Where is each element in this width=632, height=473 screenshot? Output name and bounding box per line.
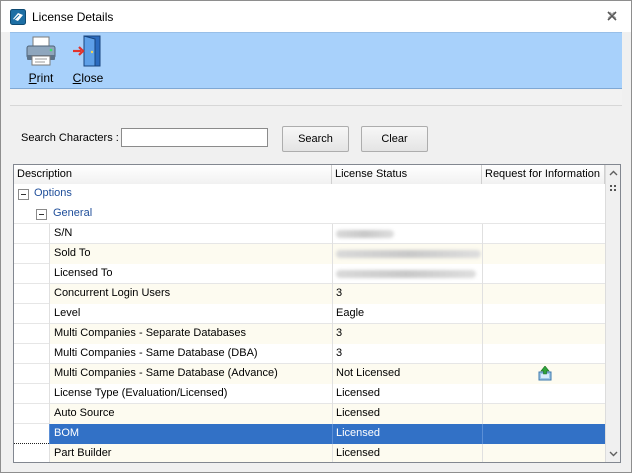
row-request bbox=[482, 404, 605, 424]
table-row[interactable]: Licensed To bbox=[14, 264, 605, 284]
row-status: Licensed bbox=[332, 444, 482, 462]
row-status: 3 bbox=[332, 324, 482, 344]
row-request bbox=[482, 344, 605, 364]
table-row[interactable]: S/N bbox=[14, 224, 605, 244]
redacted-value bbox=[336, 250, 481, 258]
redacted-value bbox=[336, 270, 476, 278]
row-description: Multi Companies - Separate Databases bbox=[49, 324, 332, 344]
column-header-description[interactable]: Description bbox=[14, 165, 332, 184]
scroll-down-icon[interactable] bbox=[607, 446, 620, 461]
title-bar: License Details bbox=[1, 1, 631, 32]
table-row[interactable]: Concurrent Login Users 3 bbox=[14, 284, 605, 304]
row-request bbox=[482, 364, 605, 384]
column-header-license-status[interactable]: License Status bbox=[332, 165, 482, 184]
print-label: Print bbox=[28, 71, 54, 85]
table-row[interactable]: Multi Companies - Separate Databases 3 bbox=[14, 324, 605, 344]
table-row[interactable]: Auto Source Licensed bbox=[14, 404, 605, 424]
close-label: Close bbox=[72, 71, 104, 85]
scroll-grip-icon[interactable] bbox=[607, 183, 620, 193]
grid-header: Description License Status Request for I… bbox=[14, 165, 605, 184]
toolbar: Print Close bbox=[10, 32, 622, 89]
row-description: Auto Source bbox=[49, 404, 332, 424]
table-row[interactable]: Level Eagle bbox=[14, 304, 605, 324]
row-description: Part Builder bbox=[49, 444, 332, 462]
search-input[interactable] bbox=[121, 128, 268, 147]
table-row[interactable]: Multi Companies - Same Database (Advance… bbox=[14, 364, 605, 384]
grid-rows: Options General S/N Sold To Licensed To bbox=[14, 184, 605, 462]
group-label-options: Options bbox=[34, 187, 72, 199]
row-request bbox=[482, 224, 605, 244]
row-status: Not Licensed bbox=[332, 364, 482, 384]
redacted-value bbox=[336, 230, 394, 238]
row-status bbox=[332, 244, 482, 264]
exit-door-icon bbox=[73, 35, 101, 67]
printer-icon bbox=[26, 36, 56, 66]
row-request bbox=[482, 444, 605, 462]
row-status: 3 bbox=[332, 284, 482, 304]
row-request bbox=[482, 324, 605, 344]
vertical-scrollbar[interactable] bbox=[605, 165, 620, 462]
table-row[interactable]: License Type (Evaluation/Licensed) Licen… bbox=[14, 384, 605, 404]
close-button[interactable]: Close bbox=[68, 35, 108, 87]
row-status: Licensed bbox=[332, 384, 482, 404]
row-request bbox=[482, 304, 605, 324]
row-request bbox=[482, 244, 605, 264]
row-request bbox=[482, 424, 605, 444]
row-description: Concurrent Login Users bbox=[49, 284, 332, 304]
clear-button[interactable]: Clear bbox=[361, 126, 428, 152]
row-status bbox=[332, 264, 482, 284]
row-description: Sold To bbox=[49, 244, 332, 264]
row-status: 3 bbox=[332, 344, 482, 364]
group-label-general: General bbox=[53, 207, 93, 219]
print-button[interactable]: Print bbox=[23, 35, 59, 87]
row-request bbox=[482, 284, 605, 304]
column-header-request-info[interactable]: Request for Information bbox=[482, 165, 605, 184]
row-request bbox=[482, 264, 605, 284]
collapse-general-icon[interactable] bbox=[36, 209, 47, 220]
upload-request-icon[interactable] bbox=[538, 366, 552, 381]
row-description: License Type (Evaluation/Licensed) bbox=[49, 384, 332, 404]
license-app-icon bbox=[10, 9, 26, 25]
row-description: BOM bbox=[49, 424, 332, 444]
group-row-options[interactable]: Options bbox=[14, 184, 605, 204]
table-row-selected[interactable]: BOM Licensed bbox=[14, 424, 605, 444]
window-close-icon[interactable] bbox=[605, 9, 619, 23]
row-description: Multi Companies - Same Database (Advance… bbox=[49, 364, 332, 384]
group-row-general[interactable]: General bbox=[14, 204, 605, 224]
row-status bbox=[332, 224, 482, 244]
window-title: License Details bbox=[32, 10, 114, 24]
table-row[interactable]: Sold To bbox=[14, 244, 605, 264]
row-description: Licensed To bbox=[49, 264, 332, 284]
row-request bbox=[482, 384, 605, 404]
row-status: Licensed bbox=[332, 404, 482, 424]
table-row[interactable]: Part Builder Licensed bbox=[14, 444, 605, 462]
row-description: S/N bbox=[49, 224, 332, 244]
table-row[interactable]: Multi Companies - Same Database (DBA) 3 bbox=[14, 344, 605, 364]
search-button[interactable]: Search bbox=[282, 126, 349, 152]
row-description: Level bbox=[49, 304, 332, 324]
scroll-up-icon[interactable] bbox=[607, 166, 620, 181]
search-characters-label: Search Characters : bbox=[21, 132, 119, 144]
collapse-options-icon[interactable] bbox=[18, 189, 29, 200]
row-description: Multi Companies - Same Database (DBA) bbox=[49, 344, 332, 364]
license-details-window: License Details Print Close Search Chara… bbox=[0, 0, 632, 473]
license-grid: Description License Status Request for I… bbox=[13, 164, 621, 463]
toolbar-separator-band bbox=[10, 90, 622, 106]
row-status: Eagle bbox=[332, 304, 482, 324]
row-status: Licensed bbox=[332, 424, 482, 444]
